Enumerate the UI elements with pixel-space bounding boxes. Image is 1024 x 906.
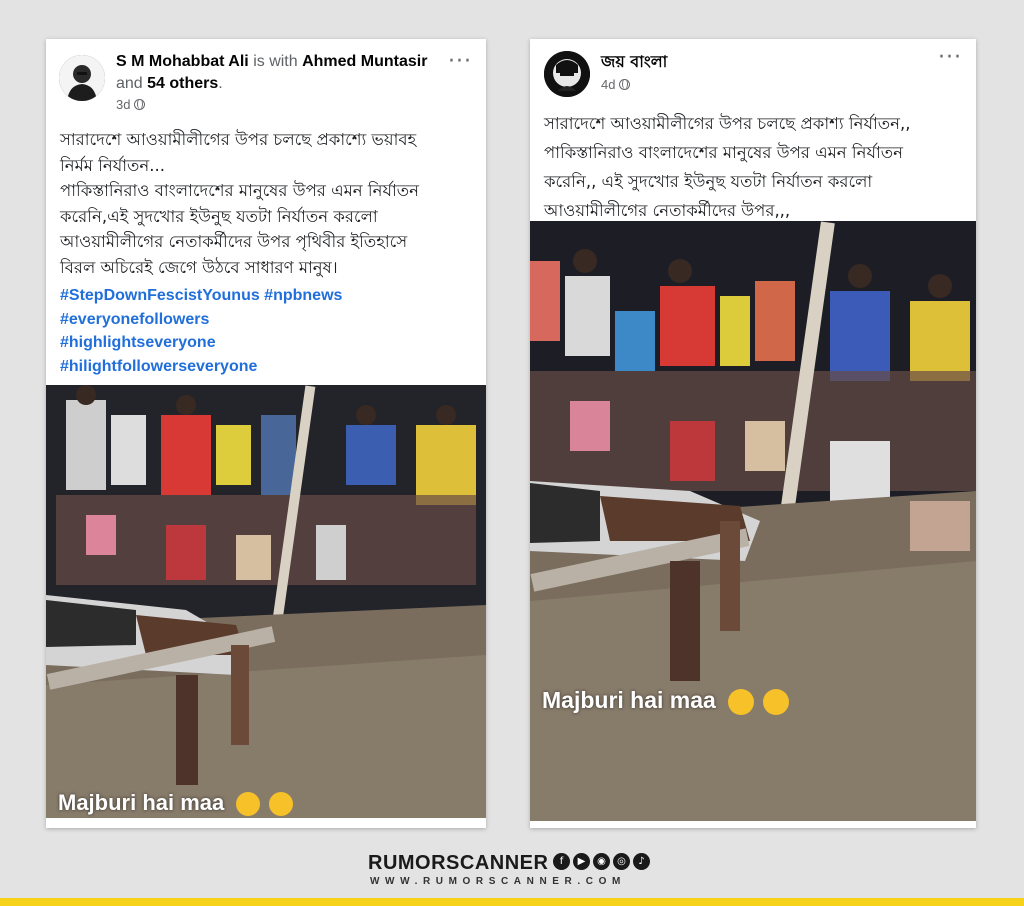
facebook-icon[interactable]: f (553, 853, 570, 870)
instagram-icon[interactable]: ◎ (613, 853, 630, 870)
video-caption-text: Majburi hai maa (542, 687, 716, 713)
author-name[interactable]: S M Mohabbat Ali (116, 53, 249, 70)
sad-face-icon (236, 792, 261, 817)
post-time[interactable]: 4d (601, 77, 615, 92)
more-options-icon[interactable]: ··· (938, 45, 962, 70)
hashtag-link[interactable]: #hilightfollowerseveryone (60, 355, 342, 379)
video-frame (46, 385, 486, 818)
more-options-icon[interactable]: ··· (448, 49, 472, 74)
and-text: and (116, 75, 143, 92)
brand-name: RUMORSCANNER (368, 852, 549, 874)
with-text: is with (253, 53, 298, 70)
sad-face-icon (728, 688, 755, 715)
globe-icon (619, 79, 631, 90)
post-header-line: S M Mohabbat Ali is with Ahmed Muntasir … (116, 51, 436, 95)
video-caption-text: Majburi hai maa (58, 790, 225, 815)
author-avatar[interactable] (544, 51, 590, 97)
crying-face-icon (268, 792, 293, 817)
tiktok-icon[interactable]: ♪ (633, 853, 650, 870)
post-video[interactable]: Majburi hai maa (530, 221, 976, 821)
author-avatar[interactable] (59, 55, 105, 101)
hashtag-link[interactable]: #highlightseveryone (60, 331, 342, 355)
others-link[interactable]: 54 others (147, 75, 218, 92)
post-time[interactable]: 3d (116, 97, 130, 112)
period: . (218, 75, 223, 92)
globe-icon (134, 99, 146, 110)
post-meta: 4d (601, 77, 631, 92)
post-text: সারাদেশে আওয়ামীলীগের উপর চলছে প্রকাশ্য … (544, 114, 911, 220)
post-card-2: জয় বাংলা 4d ··· সারাদেশে আওয়ামীলীগের উ… (530, 39, 976, 828)
hashtag-link[interactable]: #everyonefollowers (60, 308, 342, 332)
video-caption: Majburi hai maa (542, 687, 789, 715)
post-meta: 3d (116, 97, 146, 112)
hashtags: #StepDownFescistYounus #npbnews #everyon… (60, 284, 342, 378)
brand-url[interactable]: WWW.RUMORSCANNER.COM (370, 876, 626, 887)
messenger-icon[interactable]: ◉ (593, 853, 610, 870)
author-name[interactable]: জয় বাংলা (601, 52, 667, 71)
post-video[interactable]: Majburi hai maa (46, 385, 486, 818)
youtube-icon[interactable]: ▶ (573, 853, 590, 870)
post-card-1: S M Mohabbat Ali is with Ahmed Muntasir … (46, 39, 486, 828)
hashtag-link[interactable]: #StepDownFescistYounus #npbnews (60, 284, 342, 308)
accent-bar (0, 898, 1024, 906)
tagged-name[interactable]: Ahmed Muntasir (302, 53, 427, 70)
video-frame (530, 221, 976, 821)
video-caption: Majburi hai maa (58, 790, 293, 817)
crying-face-icon (762, 688, 789, 715)
post-header-line: জয় বাংলা (601, 51, 667, 74)
post-text: সারাদেশে আওয়ামীলীগের উপর চলছে প্রকাশ্যে… (60, 130, 419, 277)
